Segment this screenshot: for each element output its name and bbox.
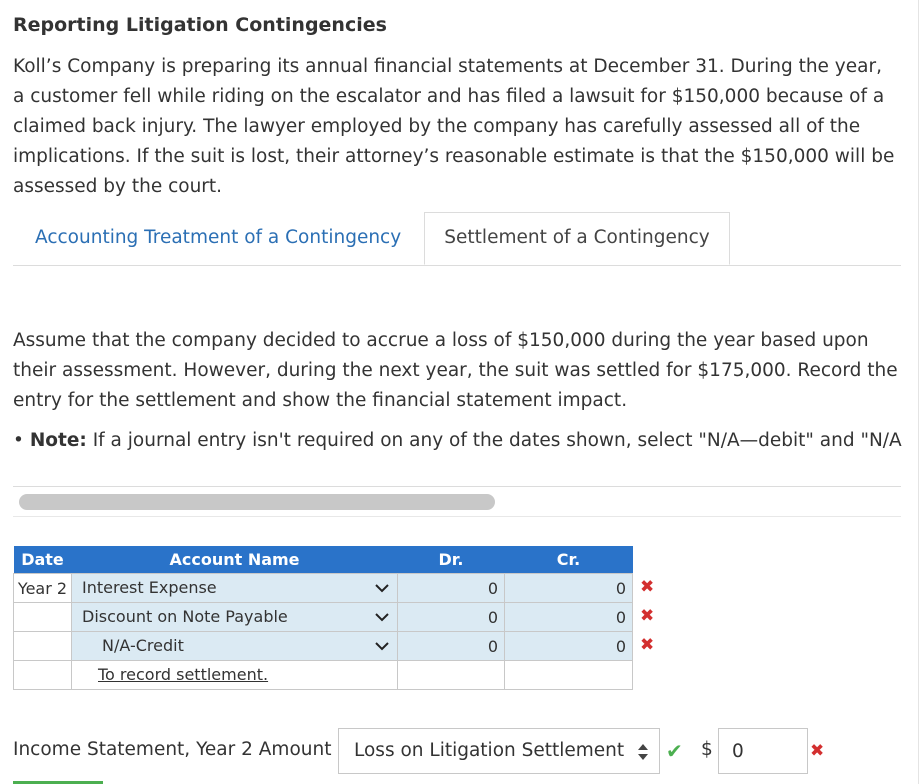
scrollbar-thumb[interactable] [19,494,495,510]
check-icon: ✔ [666,739,683,763]
horizontal-scrollbar[interactable] [13,486,901,517]
memo-link[interactable]: To record settlement. [98,665,268,684]
chevron-down-icon[interactable] [373,579,391,597]
credit-input[interactable]: 0 [504,573,633,603]
page-title: Reporting Litigation Contingencies [13,14,387,36]
table-row: Year 2 Interest Expense 0 0 [13,573,633,603]
debit-input[interactable]: 0 [397,573,505,603]
header-date: Date [13,546,72,574]
right-divider [918,0,919,784]
currency-symbol: $ [701,739,713,760]
header-debit: Dr. [397,546,505,574]
income-statement-label: Income Statement, Year 2 Amount [13,739,332,760]
account-value: Interest Expense [82,578,217,597]
chevron-down-icon[interactable] [373,637,391,655]
memo-row: To record settlement. [13,660,633,690]
journal-entry-table: Date Account Name Dr. Cr. Year 2 Interes… [13,546,633,690]
date-cell [13,660,72,690]
tab-accounting-treatment[interactable]: Accounting Treatment of a Contingency [35,212,401,264]
error-x-icon: ✖ [640,635,655,655]
income-statement-row: Income Statement, Year 2 Amount Loss on … [13,728,913,776]
intro-paragraph: Koll’s Company is preparing its annual f… [13,56,895,197]
updown-arrows-icon [638,744,648,760]
table-row: N/A-Credit 0 0 [13,631,633,661]
income-statement-account-select[interactable]: Loss on Litigation Settlement [338,728,660,774]
error-x-icon: ✖ [810,741,825,761]
account-value: Discount on Note Payable [82,607,288,626]
error-x-icon: ✖ [640,606,655,626]
note-label: Note: [29,430,87,451]
memo-cell: To record settlement. [71,660,398,690]
amount-input[interactable] [718,728,808,774]
credit-input[interactable]: 0 [504,602,633,632]
date-cell: Year 2 [13,573,72,603]
credit-cell-empty [504,660,633,690]
note-text: If a journal entry isn't required on any… [92,430,902,451]
header-account-name: Account Name [71,546,398,574]
error-x-icon: ✖ [640,577,655,597]
tab-settlement[interactable]: Settlement of a Contingency [424,212,730,265]
account-select[interactable]: Interest Expense [71,573,398,603]
table-row: Discount on Note Payable 0 0 [13,602,633,632]
date-cell [13,631,72,661]
debit-input[interactable]: 0 [397,602,505,632]
date-cell [13,602,72,632]
credit-input[interactable]: 0 [504,631,633,661]
note-line: • Note: If a journal entry isn't require… [13,428,902,454]
instructions-paragraph: Assume that the company decided to accru… [13,330,898,411]
selected-account: Loss on Litigation Settlement [354,740,625,761]
chevron-down-icon[interactable] [373,608,391,626]
header-credit: Cr. [504,546,633,574]
table-header-row: Date Account Name Dr. Cr. [13,546,633,574]
account-select[interactable]: N/A-Credit [71,631,398,661]
account-select[interactable]: Discount on Note Payable [71,602,398,632]
note-bullet: • [13,430,24,451]
account-value: N/A-Credit [102,636,184,655]
debit-cell-empty [397,660,505,690]
tab-bar: Accounting Treatment of a Contingency Se… [13,212,901,266]
debit-input[interactable]: 0 [397,631,505,661]
